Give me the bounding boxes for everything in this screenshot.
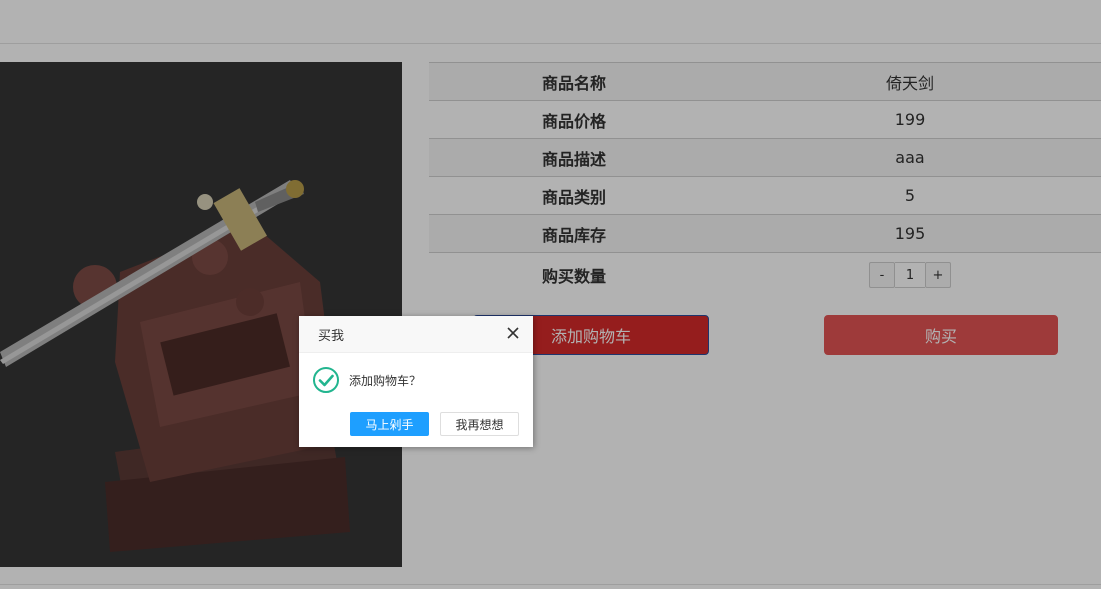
dialog-actions: 马上剁手 我再想想 <box>350 412 519 436</box>
dialog-message: 添加购物车？ <box>349 374 422 388</box>
modal-overlay[interactable] <box>0 0 1101 589</box>
dialog-title: 买我 <box>318 329 345 344</box>
close-icon[interactable] <box>505 325 521 341</box>
dialog-header: 买我 <box>299 316 533 353</box>
cancel-button[interactable]: 我再想想 <box>440 412 519 436</box>
product-detail-page: 商品名称 倚天剑 商品价格 199 商品描述 aaa 商品类别 5 商品库存 1… <box>0 0 1101 589</box>
confirm-dialog: 买我 添加购物车？ 马上剁手 我再想想 <box>299 316 533 447</box>
check-circle-icon <box>312 366 340 394</box>
confirm-button[interactable]: 马上剁手 <box>350 412 429 436</box>
dialog-body: 添加购物车？ <box>299 353 533 405</box>
